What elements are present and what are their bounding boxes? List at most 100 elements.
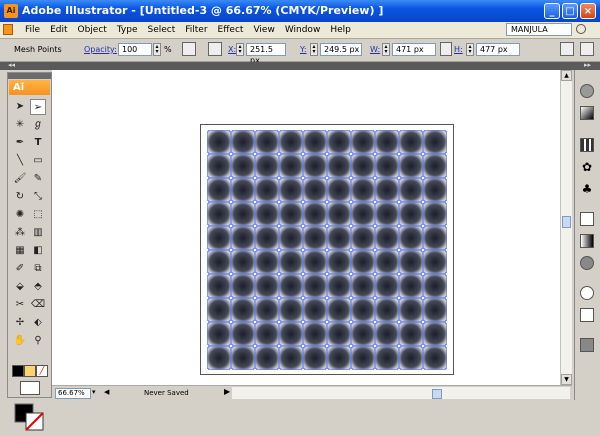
column-graph-tool-icon[interactable]: ▥ (30, 225, 46, 241)
close-button[interactable]: × (580, 3, 596, 19)
mesh-point[interactable] (301, 296, 305, 300)
selection-tool-icon[interactable]: ➤ (12, 99, 28, 115)
maximize-button[interactable]: □ (562, 3, 578, 19)
mesh-point[interactable] (277, 176, 281, 180)
mesh-point[interactable] (301, 248, 305, 252)
mesh-point[interactable] (325, 296, 329, 300)
mesh-point[interactable] (397, 152, 401, 156)
color-panel-icon[interactable] (580, 84, 594, 98)
mesh-point[interactable] (325, 224, 329, 228)
gradient-panel-icon[interactable] (580, 234, 594, 248)
y-spinner[interactable]: ▴ ▾ (310, 43, 318, 56)
screen-mode-icon[interactable] (20, 381, 40, 395)
mesh-point[interactable] (421, 272, 425, 276)
mesh-point[interactable] (421, 320, 425, 324)
document-icon[interactable] (3, 24, 13, 35)
mesh-point[interactable] (301, 272, 305, 276)
vertical-scrollbar[interactable]: ▲ ▼ (560, 70, 572, 385)
pencil-tool-icon[interactable]: ✎ (30, 171, 46, 187)
mesh-point[interactable] (229, 224, 233, 228)
mesh-point[interactable] (253, 344, 257, 348)
slice-tool-icon[interactable]: ✢ (12, 315, 28, 331)
mesh-point[interactable] (349, 344, 353, 348)
control-menu-icon[interactable] (580, 42, 594, 56)
mesh-point[interactable] (229, 344, 233, 348)
mesh-point[interactable] (207, 272, 209, 276)
stroke-panel-icon[interactable] (580, 212, 594, 226)
x-spinner[interactable]: ▴ ▾ (236, 43, 244, 56)
appearance-panel-icon[interactable] (580, 286, 594, 300)
mesh-point[interactable] (253, 248, 257, 252)
mesh-point[interactable] (277, 152, 281, 156)
status-menu-arrow-icon[interactable]: ▶ (224, 387, 230, 396)
mesh-point[interactable] (325, 200, 329, 204)
mesh-point[interactable] (229, 320, 233, 324)
magic-wand-tool-icon[interactable]: ✳ (12, 117, 28, 133)
lasso-tool-icon[interactable]: ℊ (30, 117, 46, 133)
minimize-button[interactable]: _ (544, 3, 560, 19)
mesh-point[interactable] (277, 272, 281, 276)
line-tool-icon[interactable]: ╲ (12, 153, 28, 169)
mesh-point[interactable] (421, 176, 425, 180)
mesh-point[interactable] (373, 344, 377, 348)
mesh-point[interactable] (445, 224, 448, 228)
mesh-point[interactable] (349, 320, 353, 324)
mesh-point[interactable] (373, 272, 377, 276)
mesh-point[interactable] (349, 272, 353, 276)
eraser-tool-icon[interactable]: ⌫ (30, 297, 46, 313)
mesh-point[interactable] (207, 176, 209, 180)
mesh-point[interactable] (397, 296, 401, 300)
mesh-tool-icon[interactable]: ▦ (12, 243, 28, 259)
mesh-point[interactable] (301, 320, 305, 324)
h-spinner[interactable]: ▴ ▾ (466, 43, 474, 56)
mesh-point[interactable] (445, 200, 448, 204)
y-input[interactable]: 249.5 px (320, 43, 362, 56)
mesh-point[interactable] (253, 152, 257, 156)
scissors-tool-icon[interactable]: ✂ (12, 297, 28, 313)
w-spinner[interactable]: ▴ ▾ (382, 43, 390, 56)
mesh-point[interactable] (349, 176, 353, 180)
symbol-sprayer-tool-icon[interactable]: ⁂ (12, 225, 28, 241)
menu-file[interactable]: File (20, 24, 45, 36)
mesh-point[interactable] (349, 130, 353, 132)
mesh-point[interactable] (325, 152, 329, 156)
mesh-point[interactable] (445, 248, 448, 252)
brushes-panel-icon[interactable]: ✿ (580, 160, 594, 174)
mesh-options-icon[interactable] (182, 42, 196, 56)
mesh-point[interactable] (421, 152, 425, 156)
mesh-point[interactable] (325, 344, 329, 348)
mesh-point[interactable] (397, 176, 401, 180)
rectangle-tool-icon[interactable]: ▭ (30, 153, 46, 169)
mesh-point[interactable] (301, 200, 305, 204)
scroll-down-arrow-icon[interactable]: ▼ (561, 374, 572, 385)
eyedropper-tool-icon[interactable]: ✐ (12, 261, 28, 277)
menu-edit[interactable]: Edit (45, 24, 72, 36)
mesh-point[interactable] (445, 272, 448, 276)
transform-reference-icon[interactable] (208, 42, 222, 56)
mesh-point[interactable] (349, 368, 353, 371)
mesh-point[interactable] (301, 176, 305, 180)
menu-help[interactable]: Help (325, 24, 356, 36)
mesh-point[interactable] (397, 368, 401, 371)
mesh-point[interactable] (421, 130, 425, 132)
mesh-point[interactable] (397, 320, 401, 324)
graphic-styles-panel-icon[interactable] (580, 308, 594, 322)
opacity-input[interactable]: 100 (118, 43, 152, 56)
mesh-point[interactable] (277, 296, 281, 300)
hand-tool-icon[interactable]: ✋ (12, 333, 28, 349)
mesh-point[interactable] (421, 344, 425, 348)
x-label[interactable]: X: (228, 43, 236, 56)
menu-effect[interactable]: Effect (213, 24, 249, 36)
mesh-point[interactable] (277, 344, 281, 348)
menu-select[interactable]: Select (142, 24, 180, 36)
vertical-scroll-thumb[interactable] (562, 216, 571, 228)
mesh-point[interactable] (397, 248, 401, 252)
mesh-point[interactable] (207, 248, 209, 252)
mesh-point[interactable] (207, 130, 209, 132)
gradient-mesh-object[interactable] (207, 130, 447, 370)
mesh-point[interactable] (253, 200, 257, 204)
slice-select-tool-icon[interactable]: ⬖ (30, 315, 46, 331)
live-paint-selection-tool-icon[interactable]: ⬘ (30, 279, 46, 295)
mesh-point[interactable] (207, 224, 209, 228)
mesh-point[interactable] (373, 320, 377, 324)
